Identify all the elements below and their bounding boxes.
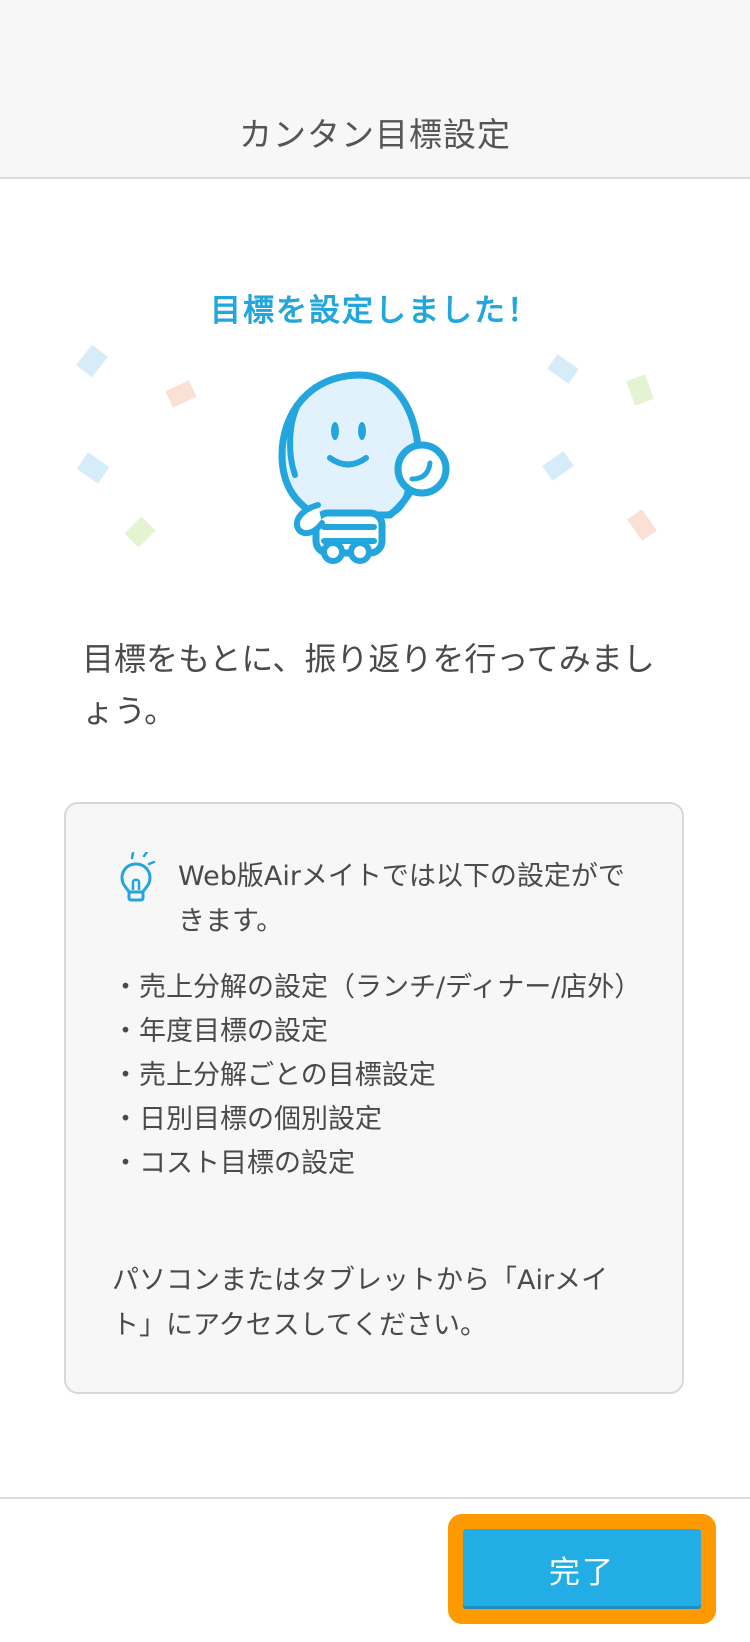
feature-list: ・売上分解の設定（ランチ/ディナー/店外） ・年度目標の設定 ・売上分解ごとの目… [112,966,652,1186]
reflection-message: 目標をもとに、振り返りを行ってみましょう。 [82,640,655,730]
list-item: ・売上分解の設定（ランチ/ディナー/店外） [112,972,642,1003]
confetti-piece [165,380,197,408]
list-item: ・コスト目標の設定 [112,1148,355,1179]
confetti-piece [76,452,110,484]
tip-text: Web版Airメイトでは以下の設定ができます。 [178,861,625,937]
lightbulb-icon [120,852,156,902]
access-instruction: パソコンまたはタブレットから「Airメイト」にアクセスしてください。 [112,1265,609,1341]
header-bar: カンタン目標設定 [0,0,750,179]
confetti-piece [627,509,657,541]
list-item: ・年度目標の設定 [112,1016,328,1047]
confetti-piece [542,451,574,481]
celebration-illustration [76,345,657,564]
success-title: 目標を設定しました！ [210,293,540,329]
list-item: ・日別目標の個別設定 [112,1104,382,1135]
done-button-highlight: 完了 [448,1514,716,1624]
list-item: ・売上分解ごとの目標設定 [112,1060,436,1091]
confetti-piece [626,374,654,406]
confetti-piece [547,354,579,384]
lightbulb-mascot-icon [278,371,450,564]
page-title: カンタン目標設定 [239,115,511,154]
confetti-piece [124,516,156,548]
info-box: Web版Airメイトでは以下の設定ができます。 ・売上分解の設定（ランチ/ディナ… [64,802,684,1394]
confetti-piece [76,345,108,378]
done-button[interactable]: 完了 [463,1529,701,1609]
